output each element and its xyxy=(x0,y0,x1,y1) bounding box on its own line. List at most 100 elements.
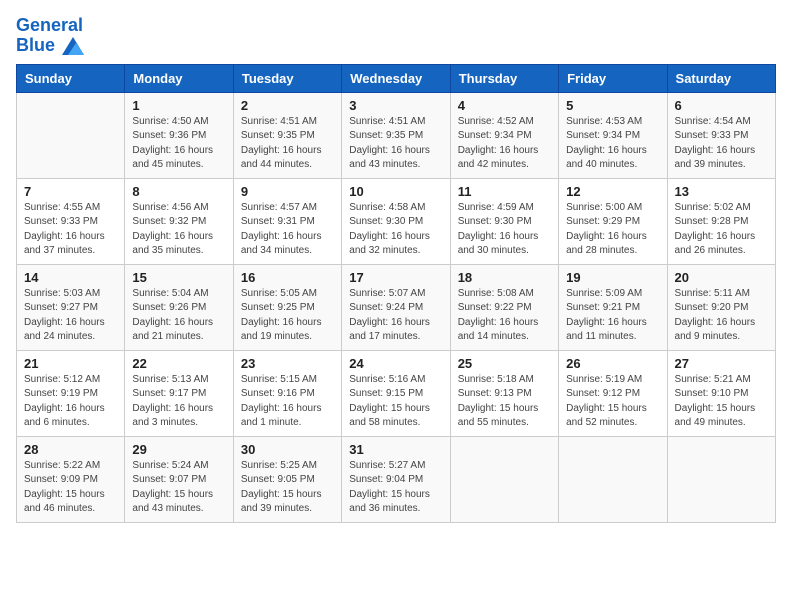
header-friday: Friday xyxy=(559,64,667,92)
day-number: 9 xyxy=(241,184,334,199)
day-number: 29 xyxy=(132,442,225,457)
day-number: 4 xyxy=(458,98,551,113)
calendar-cell xyxy=(450,436,558,522)
day-number: 16 xyxy=(241,270,334,285)
calendar-cell: 14 Sunrise: 5:03 AM Sunset: 9:27 PM Dayli… xyxy=(17,264,125,350)
day-info: Sunrise: 5:05 AM Sunset: 9:25 PM Dayligh… xyxy=(241,287,334,345)
calendar-cell: 10 Sunrise: 4:58 AM Sunset: 9:30 PM Dayli… xyxy=(342,178,450,264)
calendar-cell: 3 Sunrise: 4:51 AM Sunset: 9:35 PM Daylig… xyxy=(342,92,450,178)
calendar-week-row: 14 Sunrise: 5:03 AM Sunset: 9:27 PM Dayli… xyxy=(17,264,776,350)
day-number: 14 xyxy=(24,270,117,285)
day-info: Sunrise: 5:15 AM Sunset: 9:16 PM Dayligh… xyxy=(241,373,334,431)
day-info: Sunrise: 4:51 AM Sunset: 9:35 PM Dayligh… xyxy=(349,115,442,173)
day-info: Sunrise: 5:19 AM Sunset: 9:12 PM Dayligh… xyxy=(566,373,659,431)
day-number: 20 xyxy=(675,270,768,285)
day-info: Sunrise: 5:13 AM Sunset: 9:17 PM Dayligh… xyxy=(132,373,225,431)
day-info: Sunrise: 5:07 AM Sunset: 9:24 PM Dayligh… xyxy=(349,287,442,345)
day-number: 31 xyxy=(349,442,442,457)
calendar-cell: 22Sunrise: 5:13 AM Sunset: 9:17 PM Dayli… xyxy=(125,350,233,436)
calendar-cell: 6Sunrise: 4:54 AM Sunset: 9:33 PM Daylig… xyxy=(667,92,775,178)
day-number: 12 xyxy=(566,184,659,199)
calendar-cell: 31 Sunrise: 5:27 AM Sunset: 9:04 PM Dayli… xyxy=(342,436,450,522)
calendar-cell: 29 Sunrise: 5:24 AM Sunset: 9:07 PM Dayli… xyxy=(125,436,233,522)
calendar-header-row: SundayMondayTuesdayWednesdayThursdayFrid… xyxy=(17,64,776,92)
day-info: Sunrise: 5:04 AM Sunset: 9:26 PM Dayligh… xyxy=(132,287,225,345)
day-info: Sunrise: 5:11 AM Sunset: 9:20 PM Dayligh… xyxy=(675,287,768,345)
day-info: Sunrise: 5:09 AM Sunset: 9:21 PM Dayligh… xyxy=(566,287,659,345)
day-info: Sunrise: 4:55 AM Sunset: 9:33 PM Dayligh… xyxy=(24,201,117,259)
calendar-cell: 28 Sunrise: 5:22 AM Sunset: 9:09 PM Dayli… xyxy=(17,436,125,522)
day-number: 24 xyxy=(349,356,442,371)
day-info: Sunrise: 4:59 AM Sunset: 9:30 PM Dayligh… xyxy=(458,201,551,259)
day-number: 27 xyxy=(675,356,768,371)
calendar-cell xyxy=(667,436,775,522)
day-number: 13 xyxy=(675,184,768,199)
calendar-cell: 25 Sunrise: 5:18 AM Sunset: 9:13 PM Dayli… xyxy=(450,350,558,436)
day-number: 7 xyxy=(24,184,117,199)
day-info: Sunrise: 5:02 AM Sunset: 9:28 PM Dayligh… xyxy=(675,201,768,259)
calendar-cell: 7 Sunrise: 4:55 AM Sunset: 9:33 PM Daylig… xyxy=(17,178,125,264)
day-info: Sunrise: 4:56 AM Sunset: 9:32 PM Dayligh… xyxy=(132,201,225,259)
day-info: Sunrise: 5:27 AM Sunset: 9:04 PM Dayligh… xyxy=(349,459,442,517)
day-info: Sunrise: 5:08 AM Sunset: 9:22 PM Dayligh… xyxy=(458,287,551,345)
calendar-cell: 2 Sunrise: 4:51 AM Sunset: 9:35 PM Daylig… xyxy=(233,92,341,178)
day-info: Sunrise: 5:16 AM Sunset: 9:15 PM Dayligh… xyxy=(349,373,442,431)
calendar-cell: 8 Sunrise: 4:56 AM Sunset: 9:32 PM Daylig… xyxy=(125,178,233,264)
calendar-cell: 27 Sunrise: 5:21 AM Sunset: 9:10 PM Dayli… xyxy=(667,350,775,436)
calendar-cell xyxy=(559,436,667,522)
day-info: Sunrise: 5:24 AM Sunset: 9:07 PM Dayligh… xyxy=(132,459,225,517)
day-info: Sunrise: 4:57 AM Sunset: 9:31 PM Dayligh… xyxy=(241,201,334,259)
day-info: Sunrise: 5:03 AM Sunset: 9:27 PM Dayligh… xyxy=(24,287,117,345)
calendar-cell: 17 Sunrise: 5:07 AM Sunset: 9:24 PM Dayli… xyxy=(342,264,450,350)
header-wednesday: Wednesday xyxy=(342,64,450,92)
day-number: 2 xyxy=(241,98,334,113)
header-thursday: Thursday xyxy=(450,64,558,92)
day-number: 1 xyxy=(132,98,225,113)
day-info: Sunrise: 4:53 AM Sunset: 9:34 PM Dayligh… xyxy=(566,115,659,173)
calendar-cell: 15 Sunrise: 5:04 AM Sunset: 9:26 PM Dayli… xyxy=(125,264,233,350)
calendar-cell: 1 Sunrise: 4:50 AM Sunset: 9:36 PM Daylig… xyxy=(125,92,233,178)
day-info: Sunrise: 5:00 AM Sunset: 9:29 PM Dayligh… xyxy=(566,201,659,259)
day-number: 28 xyxy=(24,442,117,457)
day-number: 30 xyxy=(241,442,334,457)
calendar-cell: 4Sunrise: 4:52 AM Sunset: 9:34 PM Daylig… xyxy=(450,92,558,178)
calendar-cell: 24 Sunrise: 5:16 AM Sunset: 9:15 PM Dayli… xyxy=(342,350,450,436)
calendar-cell: 18Sunrise: 5:08 AM Sunset: 9:22 PM Dayli… xyxy=(450,264,558,350)
calendar-week-row: 1 Sunrise: 4:50 AM Sunset: 9:36 PM Daylig… xyxy=(17,92,776,178)
day-info: Sunrise: 5:12 AM Sunset: 9:19 PM Dayligh… xyxy=(24,373,117,431)
calendar-cell: 23 Sunrise: 5:15 AM Sunset: 9:16 PM Dayli… xyxy=(233,350,341,436)
day-info: Sunrise: 5:22 AM Sunset: 9:09 PM Dayligh… xyxy=(24,459,117,517)
day-info: Sunrise: 4:58 AM Sunset: 9:30 PM Dayligh… xyxy=(349,201,442,259)
calendar-cell: 13 Sunrise: 5:02 AM Sunset: 9:28 PM Dayli… xyxy=(667,178,775,264)
day-info: Sunrise: 5:21 AM Sunset: 9:10 PM Dayligh… xyxy=(675,373,768,431)
logo-blue: Blue xyxy=(16,35,55,55)
day-number: 3 xyxy=(349,98,442,113)
header-tuesday: Tuesday xyxy=(233,64,341,92)
calendar-cell: 12 Sunrise: 5:00 AM Sunset: 9:29 PM Dayli… xyxy=(559,178,667,264)
header-monday: Monday xyxy=(125,64,233,92)
day-number: 15 xyxy=(132,270,225,285)
day-number: 25 xyxy=(458,356,551,371)
day-number: 8 xyxy=(132,184,225,199)
day-number: 17 xyxy=(349,270,442,285)
logo: General Blue xyxy=(16,16,84,56)
header-sunday: Sunday xyxy=(17,64,125,92)
day-number: 11 xyxy=(458,184,551,199)
day-number: 26 xyxy=(566,356,659,371)
logo-icon xyxy=(62,37,84,55)
calendar-cell: 16 Sunrise: 5:05 AM Sunset: 9:25 PM Dayli… xyxy=(233,264,341,350)
day-number: 21 xyxy=(24,356,117,371)
calendar-cell: 30Sunrise: 5:25 AM Sunset: 9:05 PM Dayli… xyxy=(233,436,341,522)
day-number: 23 xyxy=(241,356,334,371)
day-info: Sunrise: 4:51 AM Sunset: 9:35 PM Dayligh… xyxy=(241,115,334,173)
day-info: Sunrise: 5:18 AM Sunset: 9:13 PM Dayligh… xyxy=(458,373,551,431)
calendar-cell: 20 Sunrise: 5:11 AM Sunset: 9:20 PM Dayli… xyxy=(667,264,775,350)
calendar-week-row: 21 Sunrise: 5:12 AM Sunset: 9:19 PM Dayli… xyxy=(17,350,776,436)
day-number: 10 xyxy=(349,184,442,199)
calendar-cell: 26 Sunrise: 5:19 AM Sunset: 9:12 PM Dayli… xyxy=(559,350,667,436)
calendar-week-row: 28 Sunrise: 5:22 AM Sunset: 9:09 PM Dayli… xyxy=(17,436,776,522)
calendar-table: SundayMondayTuesdayWednesdayThursdayFrid… xyxy=(16,64,776,523)
day-info: Sunrise: 4:50 AM Sunset: 9:36 PM Dayligh… xyxy=(132,115,225,173)
day-number: 19 xyxy=(566,270,659,285)
calendar-week-row: 7 Sunrise: 4:55 AM Sunset: 9:33 PM Daylig… xyxy=(17,178,776,264)
